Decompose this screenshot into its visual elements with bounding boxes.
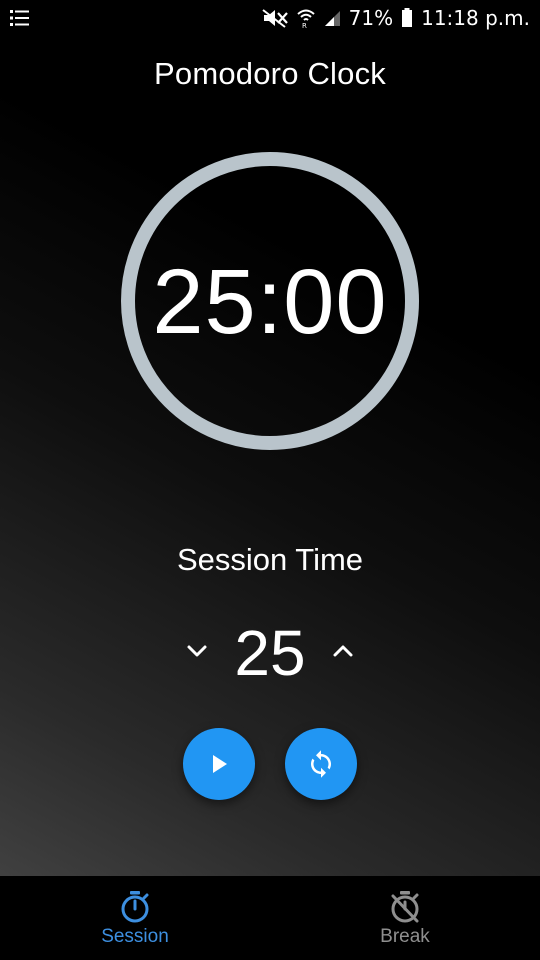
status-bar: R 71% 11:18 p.m. xyxy=(0,0,540,38)
mute-icon xyxy=(261,8,289,28)
bottom-navigation: Session Break xyxy=(0,876,540,960)
tab-break-label: Break xyxy=(380,926,430,947)
timer-icon xyxy=(121,891,149,923)
tab-session-label: Session xyxy=(101,926,169,947)
menu-list-icon xyxy=(10,9,30,32)
app-screen: R 71% 11:18 p.m. Pomodoro Clock 25:00 Se… xyxy=(0,0,540,960)
timer-ring: 25:00 xyxy=(121,152,419,450)
status-indicators: R 71% 11:18 p.m. xyxy=(261,6,530,30)
signal-icon xyxy=(323,9,341,27)
battery-icon xyxy=(401,8,413,28)
increase-session-button[interactable] xyxy=(326,634,360,668)
battery-percent: 71% xyxy=(348,6,394,30)
reset-button[interactable] xyxy=(285,728,357,800)
timer-display: 25:00 xyxy=(152,250,388,353)
wifi-icon: R xyxy=(296,8,315,28)
page-title: Pomodoro Clock xyxy=(154,56,386,91)
tab-session[interactable]: Session xyxy=(0,876,270,960)
play-button[interactable] xyxy=(183,728,255,800)
timer-off-icon xyxy=(391,891,419,923)
svg-text:R: R xyxy=(302,22,307,28)
chevron-up-icon xyxy=(333,645,353,657)
tab-break[interactable]: Break xyxy=(270,876,540,960)
play-icon xyxy=(213,755,227,773)
status-time: 11:18 p.m. xyxy=(421,6,530,30)
refresh-icon xyxy=(311,750,331,778)
session-time-value: 25 xyxy=(234,617,306,689)
session-time-label: Session Time xyxy=(176,542,364,577)
session-time-stepper: 25 xyxy=(0,612,540,692)
